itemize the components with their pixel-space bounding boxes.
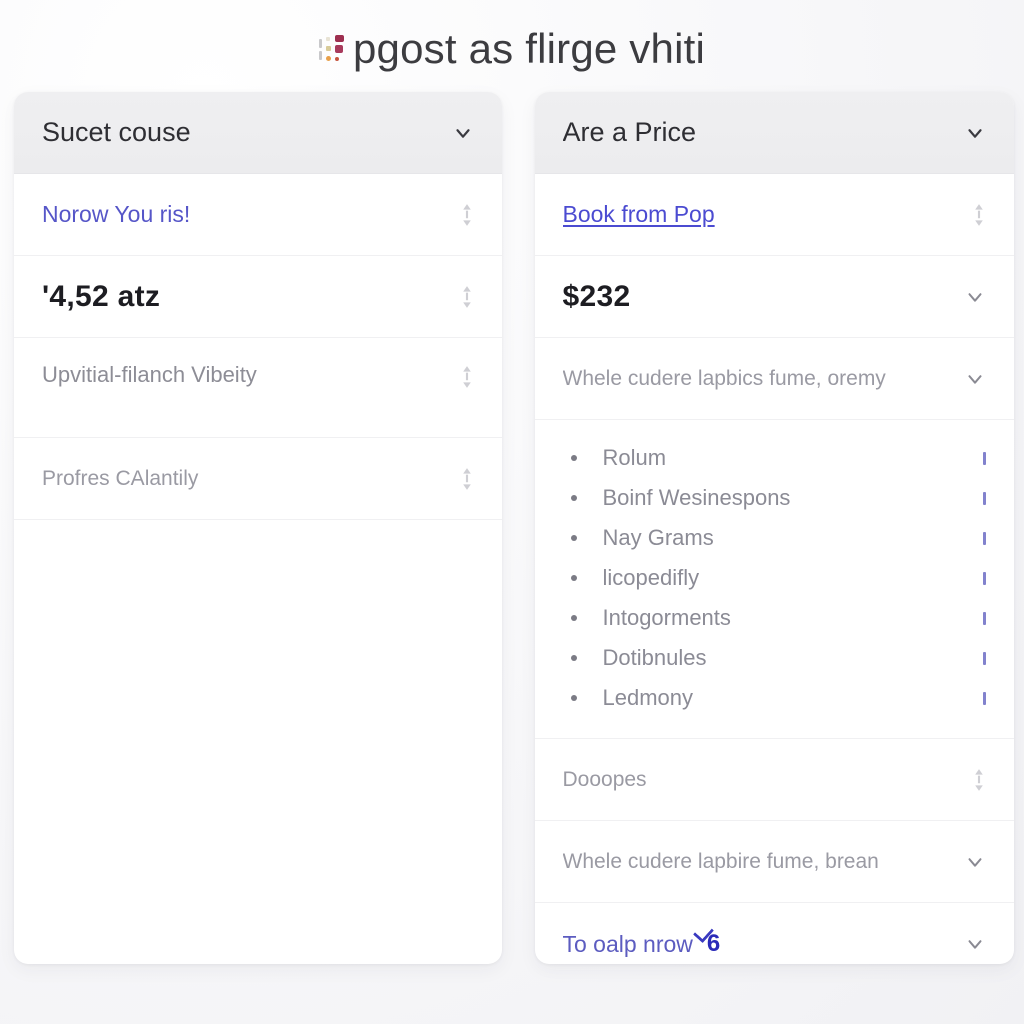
- status-badge: 6: [707, 928, 720, 960]
- list-item-label: Nay Grams: [602, 525, 714, 550]
- chevron-down-icon[interactable]: [452, 122, 474, 144]
- right-last-row-label: To oalp nrow 6: [563, 928, 953, 960]
- list-item-label: licopedifly: [602, 565, 700, 590]
- chevron-down-icon[interactable]: [964, 851, 986, 873]
- left-row-1[interactable]: '4,52 atz: [14, 256, 502, 338]
- list-item[interactable]: licopedifly: [569, 558, 986, 598]
- blue-bar-icon[interactable]: [983, 531, 986, 545]
- right-row-2-label: Whele cudere lapbics fume, oremy: [562, 366, 886, 390]
- chevron-down-icon[interactable]: [964, 368, 986, 390]
- bullet-dot-icon: [570, 615, 577, 621]
- right-panel-title: Are a Price: [562, 117, 697, 147]
- sort-updown-icon[interactable]: [460, 364, 474, 390]
- left-panel-header[interactable]: Sucet couse: [14, 92, 502, 174]
- left-row-2-label: Upvitial-filanch Vibeity: [42, 362, 257, 387]
- left-panel: Sucet couse Norow You ris! '4,52 atz Upv…: [14, 92, 502, 964]
- chevron-down-icon[interactable]: [964, 286, 986, 308]
- list-item[interactable]: Intogorments: [569, 598, 986, 638]
- bullet-dot-icon: [570, 455, 577, 461]
- sort-updown-icon[interactable]: [972, 767, 986, 793]
- right-row-2[interactable]: Whele cudere lapbics fume, oremy: [534, 338, 1014, 420]
- list-item[interactable]: Rolum: [569, 438, 986, 478]
- page-root: pgost as flirge vhiti Sucet couse Norow …: [0, 0, 1024, 1024]
- right-row-0[interactable]: Book from Pop: [534, 174, 1014, 256]
- right-last-row-text: To oalp nrow: [562, 930, 693, 957]
- list-item-label: Dotibnules: [602, 645, 707, 670]
- right-footer-row-1[interactable]: Whele cudere lapbire fume, brean: [534, 821, 1014, 903]
- bullet-list: Rolum Boinf Wesinespons Nay Grams licope…: [534, 420, 1014, 739]
- right-row-1[interactable]: $232: [534, 256, 1014, 338]
- bullet-dot-icon: [570, 575, 577, 581]
- left-row-1-label: '4,52 atz: [42, 279, 161, 313]
- list-item[interactable]: Boinf Wesinespons: [569, 478, 986, 518]
- list-item[interactable]: Dotibnules: [569, 638, 986, 678]
- left-row-0[interactable]: Norow You ris!: [14, 174, 502, 256]
- sort-updown-icon[interactable]: [972, 202, 986, 228]
- right-panel-header[interactable]: Are a Price: [534, 92, 1014, 174]
- right-last-row[interactable]: To oalp nrow 6: [535, 903, 1015, 964]
- panels-container: Sucet couse Norow You ris! '4,52 atz Upv…: [0, 92, 1024, 964]
- bullet-dot-icon: [570, 535, 577, 541]
- left-row-3[interactable]: Profres CAlantily: [14, 438, 502, 520]
- left-panel-title: Sucet couse: [42, 117, 191, 147]
- sort-updown-icon[interactable]: [460, 202, 474, 228]
- right-footer-row-1-label: Whele cudere lapbire fume, brean: [562, 849, 879, 873]
- list-item-label: Intogorments: [602, 605, 731, 630]
- sort-updown-icon[interactable]: [460, 284, 474, 310]
- color-dots-icon: [318, 35, 345, 65]
- right-footer-row-0-label: Dooopes: [562, 767, 647, 791]
- page-title: pgost as flirge vhiti: [352, 25, 706, 72]
- list-item[interactable]: Nay Grams: [569, 518, 986, 558]
- blue-bar-icon[interactable]: [983, 611, 986, 625]
- right-row-1-label: $232: [562, 279, 631, 313]
- list-item-label: Ledmony: [602, 685, 694, 710]
- bullet-dot-icon: [570, 495, 577, 501]
- chevron-down-icon[interactable]: [964, 122, 986, 144]
- left-row-2[interactable]: Upvitial-filanch Vibeity: [14, 338, 502, 438]
- right-footer-row-0[interactable]: Dooopes: [534, 739, 1014, 821]
- list-item-label: Boinf Wesinespons: [602, 485, 791, 510]
- left-row-0-label: Norow You ris!: [42, 201, 191, 228]
- right-panel: Are a Price Book from Pop $232 Whele cud…: [534, 92, 1015, 964]
- bullet-dot-icon: [570, 695, 577, 701]
- list-item[interactable]: Ledmony: [569, 678, 986, 718]
- chevron-down-icon[interactable]: [964, 933, 986, 955]
- page-title-bar: pgost as flirge vhiti: [0, 0, 1024, 92]
- left-row-3-label: Profres CAlantily: [42, 466, 199, 490]
- blue-bar-icon[interactable]: [983, 571, 986, 585]
- list-item-label: Rolum: [602, 445, 667, 470]
- blue-bar-icon[interactable]: [983, 491, 986, 505]
- blue-bar-icon[interactable]: [983, 691, 986, 705]
- blue-bar-icon[interactable]: [983, 651, 986, 665]
- blue-bar-icon[interactable]: [983, 451, 986, 465]
- right-row-0-label: Book from Pop: [562, 201, 715, 228]
- bullet-dot-icon: [570, 655, 577, 661]
- sort-updown-icon[interactable]: [460, 466, 474, 492]
